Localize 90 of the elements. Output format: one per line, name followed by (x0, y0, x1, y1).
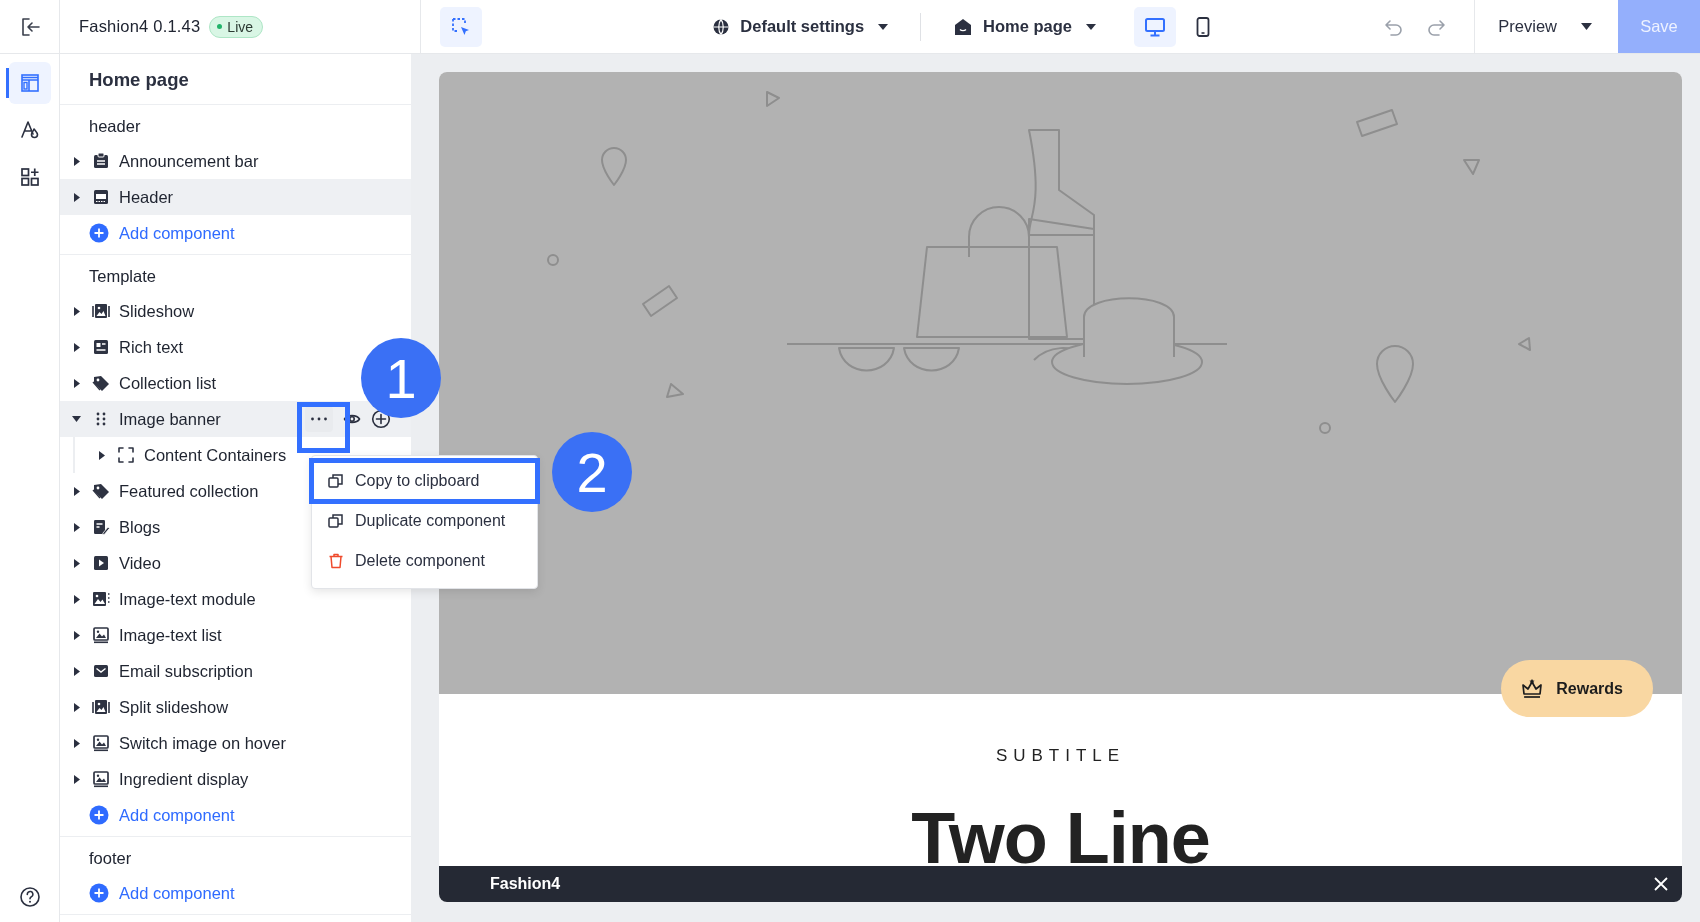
crown-icon (1521, 678, 1544, 699)
status-badge: Live (209, 15, 264, 38)
tree-item[interactable]: Image-text list (60, 617, 242, 653)
caret-icon (878, 23, 889, 30)
collapse-caret-icon[interactable] (71, 413, 82, 425)
tree-item[interactable]: Image-text module (60, 581, 276, 617)
caret-icon (1581, 23, 1592, 30)
tree-item[interactable]: Slideshow (60, 293, 215, 329)
monitor-icon (1144, 15, 1166, 38)
plus-circle-icon (89, 223, 109, 243)
section-heading: header (88, 116, 142, 137)
add-component-link[interactable]: Add component (60, 215, 264, 251)
expand-caret-icon[interactable] (71, 593, 82, 605)
tag-icon (91, 373, 111, 393)
section-heading: footer (88, 848, 133, 869)
tree-item[interactable]: Blogs (60, 509, 181, 545)
tree-item[interactable]: Rich text (60, 329, 204, 365)
menu-item[interactable]: Duplicate component (312, 501, 537, 541)
desktop-view-button[interactable] (1134, 6, 1176, 47)
image-icon (91, 733, 111, 753)
expand-caret-icon[interactable] (71, 557, 82, 569)
tree-item[interactable]: Content Containers (75, 437, 411, 473)
window-icon (91, 187, 111, 207)
expand-caret-icon[interactable] (71, 341, 82, 353)
add-circle-icon[interactable] (371, 409, 391, 429)
image-icon (91, 769, 111, 789)
page-dropdown[interactable]: Home page (953, 10, 1096, 43)
expand-caret-icon[interactable] (71, 377, 82, 389)
trash-icon (327, 552, 345, 570)
copy-icon (327, 512, 345, 530)
image-icon (91, 625, 111, 645)
more-dots-icon (310, 417, 328, 421)
tree-item[interactable]: Collection list (60, 365, 237, 401)
expand-caret-icon[interactable] (71, 665, 82, 677)
typography-icon (18, 119, 41, 141)
rewards-button[interactable]: Rewards (1501, 660, 1653, 717)
theme-dropdown[interactable]: Default settings (712, 11, 889, 42)
expand-caret-icon[interactable] (71, 305, 82, 317)
close-icon[interactable] (1653, 876, 1669, 892)
document-edit-icon (91, 517, 111, 537)
preview-dropdown[interactable]: Preview (1475, 0, 1618, 53)
expand-caret-icon[interactable] (71, 629, 82, 641)
clipboard-icon (91, 151, 111, 171)
images-icon (91, 697, 111, 717)
layout-tab[interactable] (8, 62, 51, 104)
expand-caret-icon[interactable] (71, 191, 82, 203)
expand-caret-icon[interactable] (71, 521, 82, 533)
expand-caret-icon[interactable] (96, 449, 107, 461)
expand-caret-icon[interactable] (71, 155, 82, 167)
frame-corners-icon (116, 445, 136, 465)
menu-item[interactable]: Copy to clipboard (312, 461, 537, 501)
expand-caret-icon[interactable] (71, 701, 82, 713)
tree-item[interactable]: Ingredient display (60, 761, 269, 797)
more-button[interactable] (305, 406, 333, 432)
inspect-button[interactable] (440, 6, 482, 47)
layout-icon (18, 72, 41, 94)
plus-circle-icon (89, 805, 109, 825)
expand-caret-icon[interactable] (71, 485, 82, 497)
expand-caret-icon[interactable] (71, 773, 82, 785)
panel-title: Home page (60, 54, 411, 105)
caret-icon (1086, 23, 1096, 30)
tree-item[interactable]: Featured collection (60, 473, 279, 509)
highlight-frame (297, 402, 350, 453)
store-name: Fashion4 (490, 875, 561, 893)
menu-item[interactable]: Delete component (312, 541, 537, 581)
subtitle: SUBTITLE (994, 746, 1127, 766)
add-component-link[interactable]: Add component (60, 875, 264, 911)
images-icon (91, 301, 111, 321)
home-icon (953, 16, 974, 37)
tree-item[interactable]: Header (60, 179, 411, 215)
apps-add-icon (18, 166, 41, 188)
expand-caret-icon[interactable] (71, 737, 82, 749)
plus-circle-icon (89, 883, 109, 903)
globe-icon (712, 17, 731, 36)
play-icon (91, 553, 111, 573)
heading: Two Line (910, 802, 1211, 874)
section-heading: Template (88, 266, 157, 287)
help-icon[interactable] (18, 886, 41, 908)
tag-icon (91, 481, 111, 501)
app-title: Fashion4 0.1.43 (79, 17, 201, 36)
text-block-icon (91, 337, 111, 357)
tree-item[interactable]: Announcement bar (60, 143, 279, 179)
tree-item[interactable]: Split slideshow (60, 689, 249, 725)
tree-item[interactable]: Video (60, 545, 181, 581)
tree-item[interactable]: Switch image on hover (60, 725, 306, 761)
image-icon (91, 589, 111, 609)
copy-icon (327, 472, 345, 490)
add-component-link[interactable]: Add component (60, 797, 264, 833)
tree-item[interactable]: Image banner (60, 401, 411, 437)
tree-item[interactable]: Email subscription (60, 653, 273, 689)
